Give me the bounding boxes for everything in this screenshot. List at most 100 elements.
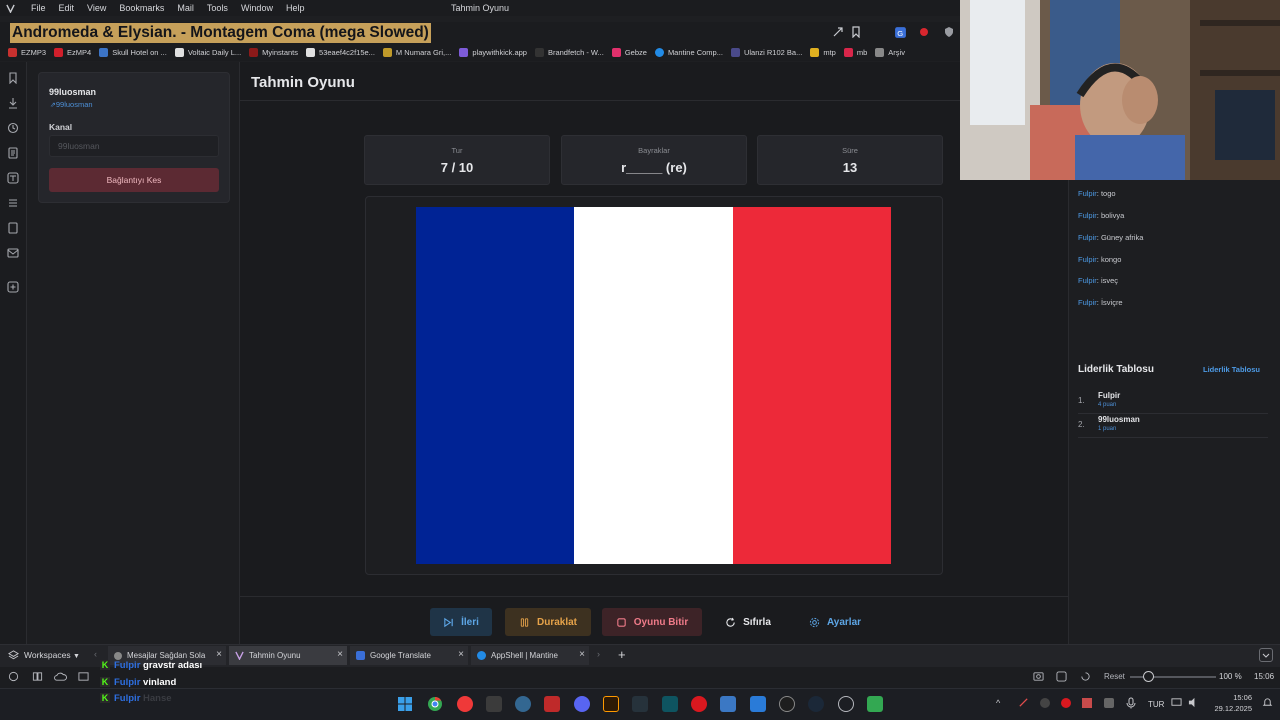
tray-pen-icon[interactable]	[1018, 697, 1029, 708]
tray-record-icon[interactable]	[1061, 698, 1071, 708]
add-panel-icon[interactable]	[7, 281, 20, 294]
notepad-icon[interactable]	[867, 696, 883, 712]
reset-button[interactable]: Sıfırla	[715, 608, 781, 636]
layers-icon[interactable]	[8, 650, 19, 661]
end-game-button[interactable]: Oyunu Bitir	[602, 608, 702, 636]
workspaces-button[interactable]: Workspaces ▼	[24, 650, 80, 660]
tray-app-icon[interactable]	[1104, 698, 1114, 708]
bookmark-item[interactable]: playwithkick.app	[459, 48, 527, 57]
bookmark-item[interactable]: Voltaic Daily L...	[174, 48, 241, 57]
notes-icon[interactable]	[7, 147, 20, 160]
taskbar-clock[interactable]: 15:06 29.12.2025	[1212, 693, 1252, 713]
panel-toggle-icon[interactable]	[8, 671, 19, 682]
tray-chevron-up-icon[interactable]: ^	[996, 698, 1000, 708]
window-panel-icon[interactable]	[7, 222, 20, 235]
mail-icon[interactable]	[7, 247, 20, 260]
cloud-sync-icon[interactable]	[54, 671, 67, 682]
steam-icon[interactable]	[808, 696, 824, 712]
close-tab-icon[interactable]: ×	[337, 649, 343, 660]
bookmark-item[interactable]: 53eaef4c2f15e...	[306, 48, 375, 57]
filezilla-icon[interactable]	[544, 696, 560, 712]
notifications-icon[interactable]	[1262, 697, 1273, 708]
menu-tools[interactable]: Tools	[207, 3, 228, 13]
tabs-scroll-right-icon[interactable]: ›	[597, 649, 600, 659]
page-tiling-icon[interactable]	[1056, 671, 1067, 682]
tabs-scroll-left-icon[interactable]: ‹	[94, 649, 97, 659]
menu-edit[interactable]: Edit	[59, 3, 75, 13]
bookmark-item[interactable]: Arşiv	[875, 48, 905, 57]
vivaldi-logo-icon[interactable]	[2, 0, 18, 16]
microphone-icon[interactable]	[1126, 697, 1136, 709]
bookmark-item[interactable]: EzMP4	[54, 48, 91, 57]
windows-start-icon[interactable]	[397, 696, 413, 712]
leaderboard-link[interactable]: Liderlik Tablosu	[1203, 365, 1260, 374]
tray-app-icon[interactable]	[1040, 698, 1050, 708]
tab-tahmin-oyunu[interactable]: Tahmin Oyunu ×	[229, 646, 347, 665]
bookmark-item[interactable]: M Numara Gri,...	[382, 48, 451, 57]
tab-appshell-mantine[interactable]: AppShell | Mantine ×	[471, 646, 589, 665]
mail-status-icon[interactable]	[78, 671, 89, 682]
capture-icon[interactable]	[1033, 671, 1044, 682]
bookmark-item[interactable]: mtp	[810, 48, 836, 57]
chat-message: Fulpir: İsviçre	[1078, 298, 1123, 307]
share-icon[interactable]	[832, 26, 846, 40]
bookmark-item[interactable]: Ulanzi R102 Ba...	[730, 48, 802, 57]
user-handle[interactable]: ⇗99luosman	[50, 100, 93, 109]
discord-icon[interactable]	[574, 696, 590, 712]
disconnect-button[interactable]: Bağlantıyı Kes	[49, 168, 219, 192]
menu-help[interactable]: Help	[286, 3, 305, 13]
illustrator-icon[interactable]	[603, 696, 619, 712]
zoom-slider-handle[interactable]	[1143, 671, 1154, 682]
media-player-icon[interactable]	[691, 696, 707, 712]
app-icon[interactable]	[838, 696, 854, 712]
volume-icon[interactable]	[1188, 697, 1199, 708]
terminal-icon[interactable]	[486, 696, 502, 712]
close-tab-icon[interactable]: ×	[216, 649, 222, 660]
record-extension-icon[interactable]	[918, 26, 932, 40]
zoom-reset-button[interactable]: Reset	[1104, 672, 1125, 681]
app-icon[interactable]	[632, 696, 648, 712]
new-tab-icon[interactable]: +	[618, 647, 626, 662]
menu-file[interactable]: File	[31, 3, 46, 13]
input-language[interactable]: TUR	[1148, 700, 1164, 709]
close-tab-icon[interactable]: ×	[579, 649, 585, 660]
file-explorer-icon[interactable]	[720, 696, 736, 712]
bookmark-item[interactable]: mb	[843, 48, 867, 57]
menu-view[interactable]: View	[87, 3, 106, 13]
chrome-icon[interactable]	[427, 696, 443, 712]
translate-extension-icon[interactable]: G	[894, 26, 908, 40]
app-icon[interactable]	[662, 696, 678, 712]
tab-label: AppShell | Mantine	[491, 651, 559, 660]
close-tab-icon[interactable]: ×	[458, 649, 464, 660]
postgres-icon[interactable]	[515, 696, 531, 712]
vivaldi-taskbar-icon[interactable]	[457, 696, 473, 712]
reading-list-icon[interactable]	[7, 197, 20, 210]
settings-button[interactable]: Ayarlar	[799, 608, 871, 636]
menu-bookmarks[interactable]: Bookmarks	[119, 3, 164, 13]
shield-icon[interactable]	[943, 26, 957, 40]
menu-mail[interactable]: Mail	[177, 3, 194, 13]
channel-input[interactable]: 99luosman	[49, 135, 219, 157]
history-icon[interactable]	[7, 122, 20, 135]
bookmark-item[interactable]: Mantine Comp...	[654, 48, 723, 57]
tray-app-icon[interactable]	[1082, 698, 1092, 708]
tab-overview-button[interactable]	[1259, 648, 1273, 662]
bookmark-item[interactable]: Myinstants	[249, 48, 298, 57]
next-button[interactable]: İleri	[430, 608, 492, 636]
bookmarks-panel-icon[interactable]	[7, 72, 20, 85]
outlook-icon[interactable]	[750, 696, 766, 712]
bookmark-item[interactable]: Skull Hotel on ...	[99, 48, 167, 57]
bookmark-item[interactable]: Gebze	[611, 48, 647, 57]
obs-icon[interactable]	[779, 696, 795, 712]
bookmark-item[interactable]: Brandfetch - W...	[534, 48, 604, 57]
translate-panel-icon[interactable]	[7, 172, 20, 185]
tile-icon[interactable]	[32, 671, 43, 682]
pause-button[interactable]: Duraklat	[505, 608, 591, 636]
tab-google-translate[interactable]: Google Translate ×	[350, 646, 468, 665]
page-actions-icon[interactable]	[1080, 671, 1091, 682]
downloads-icon[interactable]	[7, 97, 20, 110]
network-icon[interactable]	[1171, 697, 1182, 708]
bookmark-icon[interactable]	[850, 26, 864, 40]
menu-window[interactable]: Window	[241, 3, 273, 13]
bookmark-item[interactable]: EZMP3	[8, 48, 46, 57]
